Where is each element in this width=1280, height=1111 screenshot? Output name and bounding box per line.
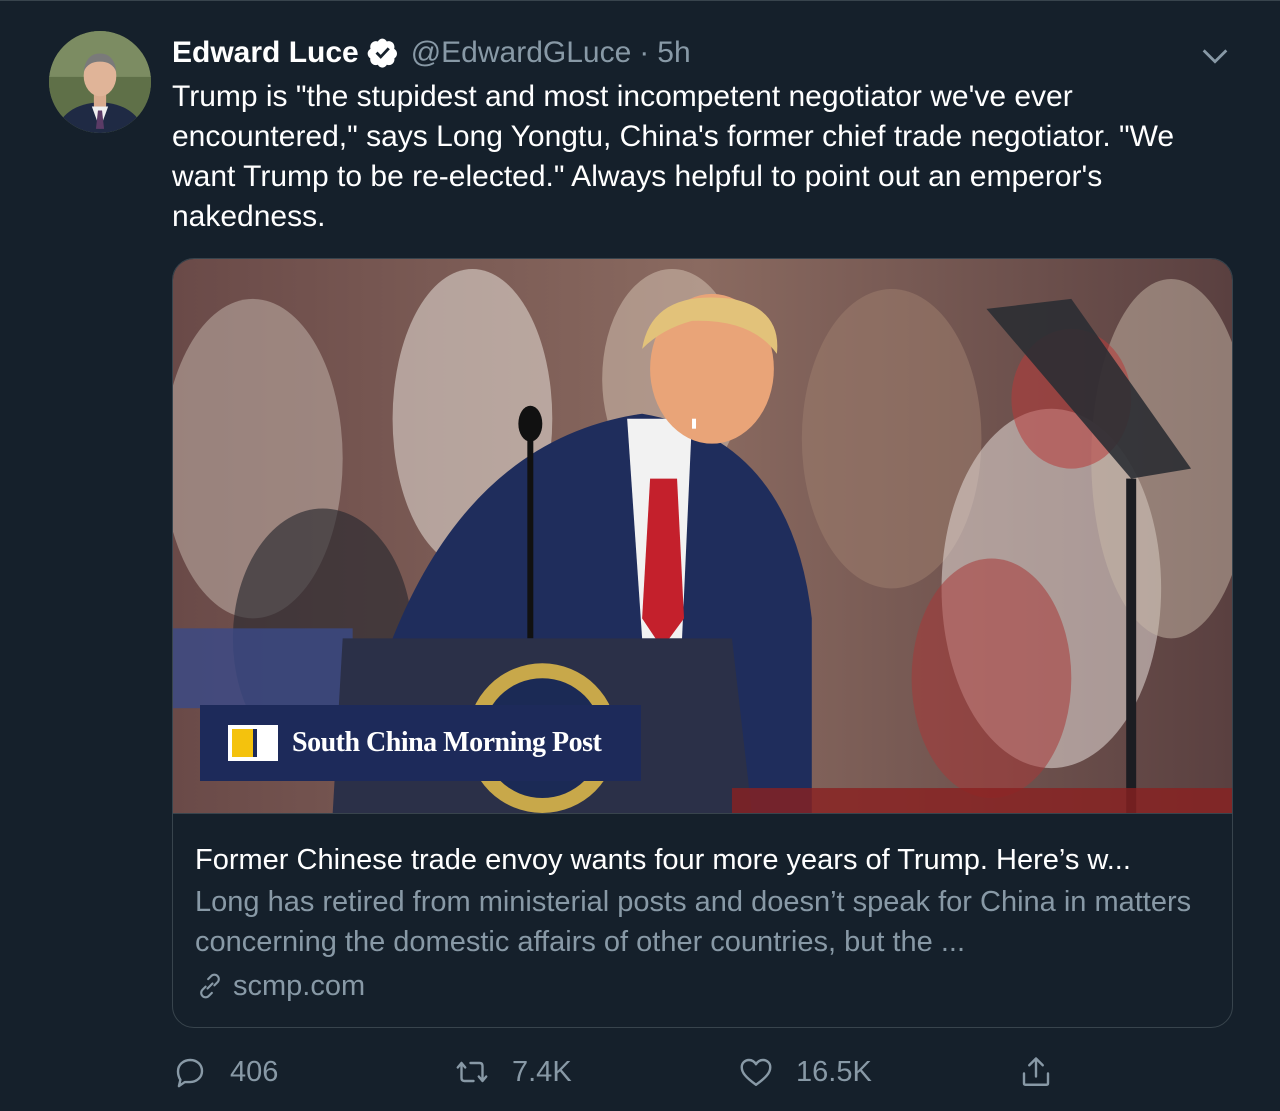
avatar[interactable]: [49, 31, 151, 133]
share-icon: [1022, 1057, 1050, 1086]
tweet-text: Trump is "the stupidest and most incompe…: [172, 80, 1175, 233]
tweet-timestamp[interactable]: 5h: [657, 36, 690, 70]
card-image[interactable]: South China Morning Post: [173, 259, 1232, 814]
tweet-header: Edward Luce @EdwardGLuce · 5h: [172, 33, 691, 73]
retweet-icon: [456, 1061, 488, 1083]
reply-count: 406: [230, 1055, 279, 1088]
retweet-count: 7.4K: [512, 1055, 572, 1088]
like-button[interactable]: 16.5K: [738, 1049, 872, 1095]
scmp-logo-icon: [228, 725, 278, 761]
source-banner: South China Morning Post: [200, 705, 641, 781]
author-name[interactable]: Edward Luce: [172, 36, 359, 70]
verified-badge-icon: [367, 37, 399, 69]
source-banner-name: South China Morning Post: [292, 727, 602, 758]
card-domain[interactable]: scmp.com: [195, 966, 1210, 1006]
reply-icon: [176, 1058, 204, 1088]
author-handle[interactable]: @EdwardGLuce: [411, 36, 632, 70]
tweet-actions: 406 7.4K 16.5K: [172, 1049, 1072, 1095]
like-count: 16.5K: [796, 1055, 872, 1088]
heart-icon: [740, 1058, 772, 1086]
link-card[interactable]: South China Morning Post Former Chinese …: [172, 258, 1233, 1028]
card-description: Long has retired from ministerial posts …: [195, 886, 1192, 958]
tweet[interactable]: Edward Luce @EdwardGLuce · 5h Trump is "…: [0, 0, 1280, 1111]
card-domain-text: scmp.com: [233, 970, 366, 1002]
retweet-button[interactable]: 7.4K: [454, 1049, 572, 1095]
share-button[interactable]: [1018, 1049, 1054, 1095]
link-icon: [200, 973, 220, 999]
chevron-down-icon[interactable]: [1198, 39, 1232, 73]
card-title[interactable]: Former Chinese trade envoy wants four mo…: [195, 840, 1210, 880]
reply-button[interactable]: 406: [172, 1049, 278, 1095]
card-body[interactable]: Former Chinese trade envoy wants four mo…: [173, 814, 1232, 1006]
separator-dot: ·: [639, 36, 650, 69]
